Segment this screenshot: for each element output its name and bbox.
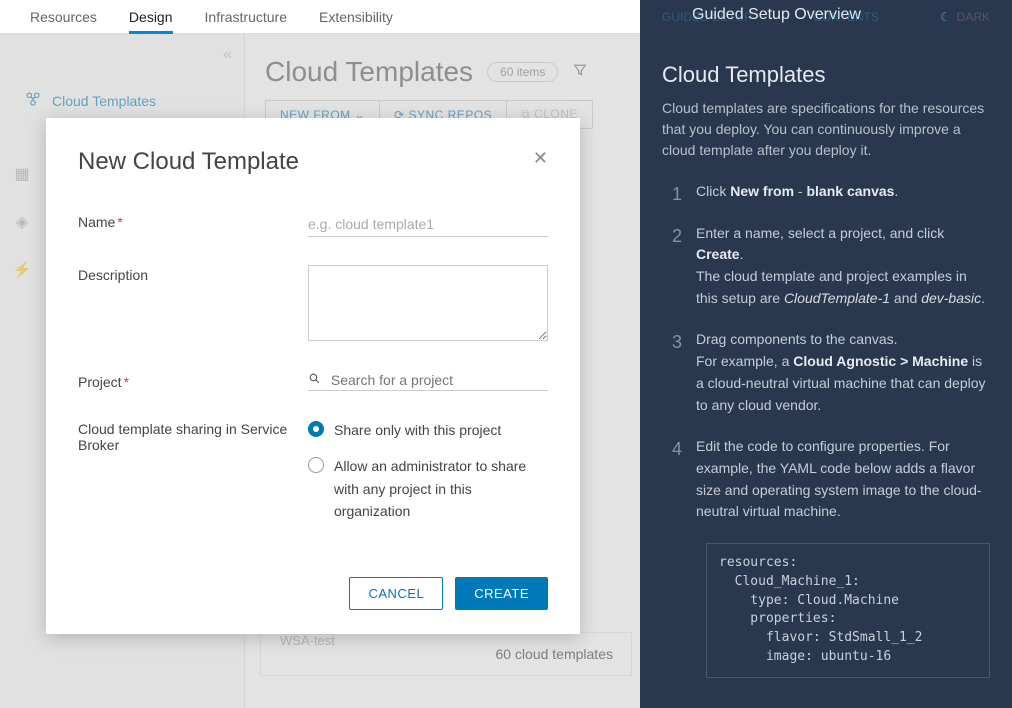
bolt-icon[interactable]: ⚡: [12, 260, 32, 280]
guide-step-4: 4 Edit the code to configure properties.…: [662, 436, 990, 523]
guided-setup-panel: GUIDED SETUP CONTENTS ☾DARK Guided Setup…: [640, 0, 1012, 708]
tab-infrastructure[interactable]: Infrastructure: [205, 1, 287, 33]
radio-share-admin[interactable]: Allow an administrator to share with any…: [308, 455, 548, 522]
cancel-button[interactable]: CANCEL: [349, 577, 443, 610]
content-footer-bar: 60 cloud templates: [260, 632, 632, 676]
guide-step-2: 2 Enter a name, select a project, and cl…: [662, 223, 990, 310]
radio-share-project[interactable]: Share only with this project: [308, 419, 548, 441]
guided-setup-tab[interactable]: GUIDED SETUP: [662, 10, 752, 24]
tab-design[interactable]: Design: [129, 1, 173, 33]
collapse-sidebar-icon[interactable]: «: [223, 46, 232, 64]
dialog-title: New Cloud Template: [78, 148, 299, 176]
item-count-badge: 60 items: [487, 62, 558, 82]
description-label: Description: [78, 265, 308, 283]
new-cloud-template-dialog: New Cloud Template ✕ Name* Description P…: [46, 118, 580, 634]
guide-step-3: 3 Drag components to the canvas. For exa…: [662, 329, 990, 416]
sharing-label: Cloud template sharing in Service Broker: [78, 419, 308, 453]
close-icon[interactable]: ✕: [533, 148, 548, 169]
name-label: Name*: [78, 212, 308, 230]
sidebar-item-cloud-templates[interactable]: Cloud Templates: [0, 80, 244, 121]
sidebar-item-label: Cloud Templates: [52, 93, 156, 109]
description-textarea[interactable]: [308, 265, 548, 341]
page-title: Cloud Templates: [265, 56, 473, 88]
search-icon: [308, 372, 325, 388]
grid-icon[interactable]: ▦: [14, 164, 29, 184]
moon-icon: ☾: [940, 10, 951, 24]
guide-step-1: 1 Click New from - blank canvas.: [662, 181, 990, 203]
yaml-code-block: resources: Cloud_Machine_1: type: Cloud.…: [706, 543, 990, 678]
footer-count: 60 cloud templates: [495, 646, 613, 662]
guide-intro: Cloud templates are specifications for t…: [662, 98, 990, 161]
create-button[interactable]: CREATE: [455, 577, 548, 610]
dark-mode-toggle[interactable]: ☾DARK: [940, 10, 990, 24]
project-label: Project*: [78, 372, 308, 390]
radio-icon-unchecked: [308, 457, 324, 473]
radio-icon-checked: [308, 421, 324, 437]
guide-steps: 1 Click New from - blank canvas. 2 Enter…: [662, 181, 990, 523]
tab-extensibility[interactable]: Extensibility: [319, 1, 393, 33]
cluster-icon: [24, 90, 42, 111]
project-search-input[interactable]: [331, 372, 542, 388]
box-icon[interactable]: ◈: [16, 212, 28, 232]
filter-icon[interactable]: [572, 62, 588, 83]
guide-title: Cloud Templates: [662, 62, 990, 88]
tab-resources[interactable]: Resources: [30, 1, 97, 33]
contents-tab[interactable]: CONTENTS: [813, 10, 879, 24]
name-input[interactable]: [308, 212, 548, 237]
